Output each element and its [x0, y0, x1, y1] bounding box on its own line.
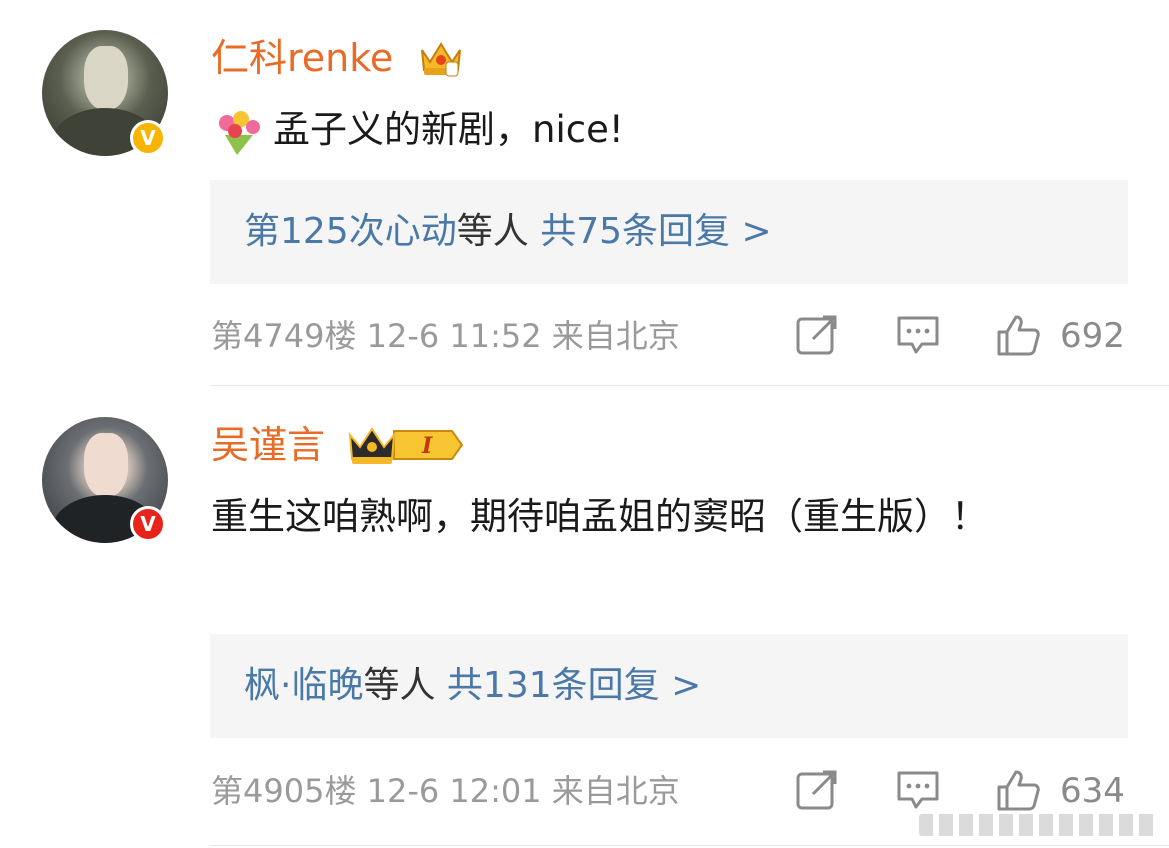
comment-text: 重生这咱熟啊，期待咱孟姐的窦昭（重生版）！ — [211, 495, 988, 538]
crown-level-badge-icon: I — [348, 427, 464, 464]
comment-text-body: 孟子义的新剧，nice! — [273, 108, 624, 151]
comment-meta: 第4749楼 12-6 11:52 来自北京 — [211, 317, 680, 355]
share-icon[interactable] — [795, 313, 839, 357]
crown-badge-icon — [421, 42, 461, 77]
verified-badge-icon: V — [130, 120, 166, 156]
level-text: I — [421, 433, 433, 459]
comment-item: V 仁科renke 孟子义的新剧，nice! 第125次心动等人 共75条回复 … — [0, 0, 1169, 386]
reply-user-link[interactable]: 枫·临晚 — [244, 665, 363, 706]
username[interactable]: 吴谨言 — [211, 421, 325, 469]
reply-user-link[interactable]: 第125次心动 — [244, 211, 457, 252]
comment-meta: 第4905楼 12-6 12:01 来自北京 — [211, 772, 680, 810]
divider — [210, 845, 1169, 846]
divider — [210, 385, 1169, 386]
comment-text: 孟子义的新剧，nice! — [211, 98, 624, 162]
watermark — [919, 814, 1159, 836]
reply-others-text: 等人 — [456, 211, 529, 252]
reply-count-link[interactable]: 共131条回复 > — [447, 665, 701, 706]
reply-count-link[interactable]: 共75条回复 > — [540, 211, 771, 252]
comment-icon[interactable] — [896, 768, 940, 812]
like-icon[interactable] — [996, 768, 1040, 812]
username[interactable]: 仁科renke — [211, 34, 393, 82]
replies-summary[interactable]: 枫·临晚等人 共131条回复 > — [210, 634, 1128, 738]
reply-others-text: 等人 — [363, 665, 436, 706]
verified-badge-icon: V — [130, 506, 166, 542]
bouquet-emoji-icon — [219, 110, 260, 155]
like-icon[interactable] — [996, 313, 1040, 357]
comment-item: V 吴谨言 I 重生这咱熟啊，期待咱孟姐的窦昭（重生版）！ 枫·临晚等人 共13… — [0, 387, 1169, 848]
like-count: 634 — [1060, 771, 1125, 811]
like-count: 692 — [1060, 316, 1125, 356]
share-icon[interactable] — [795, 768, 839, 812]
comment-icon[interactable] — [896, 313, 940, 357]
replies-summary[interactable]: 第125次心动等人 共75条回复 > — [210, 180, 1128, 284]
